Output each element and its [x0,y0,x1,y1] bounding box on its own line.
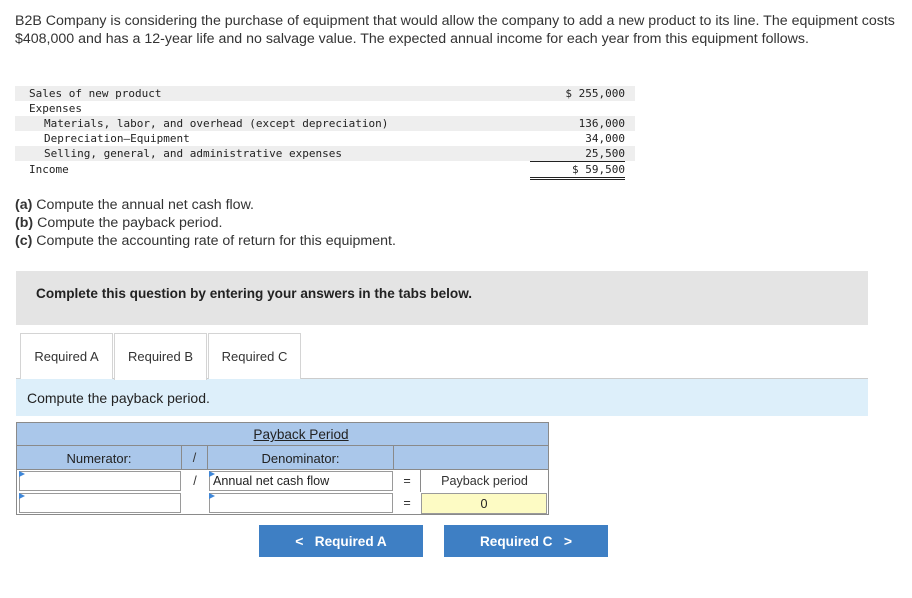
income-row-selling: Selling, general, and administrative exp… [15,146,635,162]
instruction-banner: Complete this question by entering your … [16,271,868,325]
requirement-a: (a) Compute the annual net cash flow. [15,196,396,214]
denominator-label: Denominator: [261,451,340,466]
next-button-label: Required C [479,534,553,549]
requirement-letter: (b) [15,215,34,231]
prompt-text: Compute the payback period. [27,390,210,406]
equals-symbol: = [403,474,411,488]
payback-result-input[interactable] [421,493,547,514]
prev-button-label: Required A [314,534,387,549]
income-row-value: 25,500 [530,146,625,162]
income-row-label: Expenses [29,102,82,115]
income-row-label: Sales of new product [29,87,162,100]
requirement-text: Compute the accounting rate of return fo… [32,233,396,249]
divide-symbol: / [193,474,197,488]
result-header [394,446,548,469]
numerator-header: Numerator: [17,446,182,469]
next-required-c-button[interactable]: Required C > [444,525,608,557]
chevron-left-icon: < [295,533,304,549]
requirements-list: (a) Compute the annual net cash flow. (b… [15,196,396,250]
divide-symbol: / [192,451,197,465]
payback-grid: Payback Period Numerator: / Denominator:… [16,422,549,515]
numerator-input-row-2[interactable] [19,493,181,513]
tab-required-b[interactable]: Required B [114,333,207,380]
tab-required-a[interactable]: Required A [20,333,113,379]
denominator-input-row-1[interactable] [209,471,393,491]
income-row-label: Selling, general, and administrative exp… [44,147,343,160]
dropdown-marker-icon [19,493,25,499]
requirement-text: Compute the payback period. [33,215,223,231]
income-row-materials: Materials, labor, and overhead (except d… [15,116,635,131]
dropdown-marker-icon [209,471,215,477]
numerator-input-row-1[interactable] [19,471,181,491]
income-row-value: $ 255,000 [565,87,625,100]
prev-required-a-button[interactable]: < Required A [259,525,423,557]
income-row-depreciation: Depreciation—Equipment 34,000 [15,131,635,146]
income-row-label: Materials, labor, and overhead (except d… [44,117,389,130]
divide-header: / [182,446,208,469]
income-row-label: Depreciation—Equipment [44,132,190,145]
denominator-input-row-2[interactable] [209,493,393,513]
numerator-label: Numerator: [66,451,132,466]
dropdown-marker-icon [19,471,25,477]
instruction-text: Complete this question by entering your … [36,286,473,301]
income-row-value: 34,000 [585,132,625,145]
requirement-letter: (c) [15,233,33,249]
requirement-b: (b) Compute the payback period. [15,214,396,232]
income-row-value: 136,000 [578,117,625,130]
problem-intro: B2B Company is considering the purchase … [15,13,895,47]
question-prompt: Compute the payback period. [16,379,868,416]
payback-title: Payback Period [253,427,349,442]
requirement-text: Compute the annual net cash flow. [32,197,254,213]
income-row-expenses: Expenses [15,101,635,116]
requirement-letter: (a) [15,197,33,213]
income-row-value: $ 59,500 [530,162,625,180]
tab-required-c[interactable]: Required C [208,333,301,379]
income-row-label: Income [29,163,69,176]
result-label: Payback period [441,474,528,488]
income-row-income: Income $ 59,500 [15,162,635,180]
requirement-c: (c) Compute the accounting rate of retur… [15,232,396,250]
equals-symbol: = [403,496,411,510]
result-label-cell: Payback period [420,469,548,492]
chevron-right-icon: > [563,533,573,549]
payback-title-row: Payback Period [17,423,548,446]
income-row-sales: Sales of new product $ 255,000 [15,86,635,101]
dropdown-marker-icon [209,493,215,499]
denominator-header: Denominator: [208,446,394,469]
